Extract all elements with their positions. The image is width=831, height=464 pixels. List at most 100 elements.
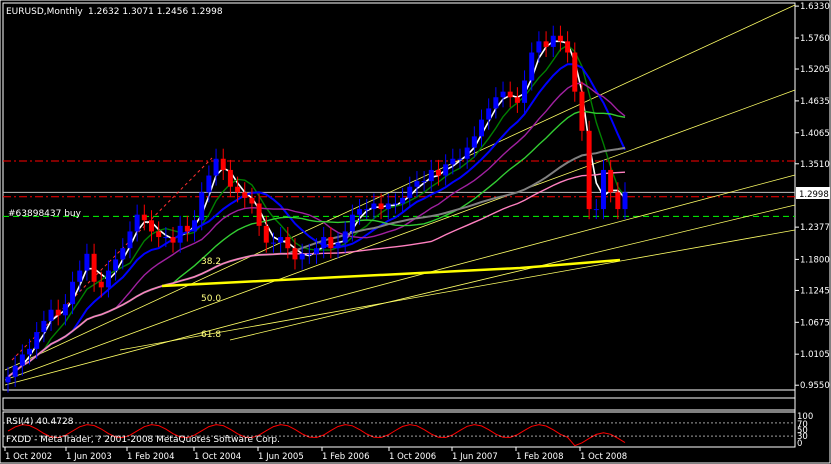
y-tick-label-0: 1.6330: [800, 2, 830, 12]
candle-6: [48, 309, 54, 321]
y-tick-label-10: 1.0675: [800, 318, 830, 328]
candle-70: [507, 91, 513, 98]
y-tick-label-4: 1.4065: [800, 129, 830, 139]
candle-18: [134, 214, 140, 232]
y-tick-label-9: 1.1245: [800, 286, 830, 296]
candle-58: [421, 181, 427, 183]
candle-26: [192, 220, 198, 232]
candle-45: [328, 237, 334, 249]
candle-20: [148, 220, 154, 232]
candle-75: [543, 41, 549, 47]
candle-52: [378, 203, 384, 210]
candle-40: [292, 248, 298, 260]
candle-0: [5, 376, 11, 383]
y-tick-label-8: 1.1800: [800, 255, 830, 265]
candle-61: [443, 164, 449, 176]
y-tick-label-11: 1.0105: [800, 350, 830, 360]
candle-81: [586, 130, 592, 210]
x-tick-label-4: 1 Jun 2005: [258, 452, 304, 462]
candle-3: [27, 348, 33, 355]
candle-64: [464, 147, 470, 159]
candle-74: [536, 41, 542, 53]
candle-82: [593, 209, 599, 211]
candle-65: [471, 136, 477, 148]
candle-63: [457, 158, 463, 160]
candle-7: [55, 309, 61, 316]
candle-50: [364, 209, 370, 211]
candle-68: [493, 97, 499, 109]
fib-label-618: 61.8: [201, 330, 221, 340]
y-tick-label-7: 1.2377: [800, 223, 830, 233]
candle-49: [357, 209, 363, 215]
candle-25: [184, 225, 190, 232]
candle-10: [77, 270, 83, 282]
x-tick-label-2: 1 Feb 2004: [127, 452, 175, 462]
candle-29: [213, 158, 219, 176]
candle-9: [70, 281, 76, 305]
candle-8: [62, 304, 68, 316]
candle-46: [335, 242, 341, 249]
rsi-label: RSI(4) 40.4728: [6, 417, 74, 427]
symbol-title: EURUSD,Monthly: [6, 7, 83, 17]
candle-43: [314, 248, 319, 254]
candle-86: [622, 192, 628, 210]
candle-12: [91, 253, 97, 282]
candle-53: [385, 203, 391, 210]
candle-28: [206, 175, 212, 193]
candle-23: [170, 237, 176, 243]
candle-16: [120, 248, 126, 260]
candle-27: [199, 192, 205, 221]
candle-85: [615, 192, 621, 210]
y-tick-label-2: 1.5205: [800, 65, 830, 75]
x-tick-label-6: 1 Oct 2006: [389, 452, 436, 462]
candle-84: [608, 169, 614, 193]
candle-21: [156, 231, 162, 238]
candle-77: [557, 35, 563, 42]
candle-66: [479, 119, 485, 137]
x-tick-label-5: 1 Feb 2006: [322, 452, 370, 462]
candle-76: [550, 35, 556, 47]
candle-57: [414, 181, 420, 187]
candle-44: [321, 237, 327, 249]
candle-1: [12, 365, 18, 377]
candle-73: [529, 52, 535, 81]
candle-39: [285, 237, 291, 249]
order-label[interactable]: #63898437 buy: [8, 209, 82, 219]
x-tick-label-7: 1 Jun 2007: [452, 452, 498, 462]
copyright-text: FXDD - MetaTrader, ? 2001-2008 MetaQuote…: [6, 435, 280, 445]
rsi-level-0: 0: [797, 439, 802, 449]
y-tick-label-1: 1.5760: [800, 34, 830, 44]
candle-48: [349, 214, 355, 232]
candle-69: [500, 91, 506, 98]
candle-62: [450, 158, 456, 165]
current-price-label: 1.2998: [799, 190, 829, 200]
candle-78: [565, 41, 571, 53]
candle-5: [41, 320, 47, 333]
candle-24: [177, 225, 183, 243]
x-tick-label-8: 1 Feb 2008: [516, 452, 564, 462]
candle-17: [127, 231, 133, 249]
candle-83: [600, 169, 606, 210]
fib-label-382: 38.2: [201, 257, 221, 267]
y-tick-label-5: 1.3510: [800, 160, 830, 170]
candle-67: [486, 108, 492, 120]
y-tick-label-12: 0.9550: [800, 381, 830, 391]
x-tick-label-3: 1 Oct 2004: [194, 452, 241, 462]
x-tick-label-9: 1 Oct 2008: [580, 452, 627, 462]
candle-34: [249, 197, 255, 204]
candle-33: [242, 192, 248, 198]
candle-54: [392, 203, 398, 205]
candle-35: [256, 203, 262, 226]
candle-60: [435, 169, 441, 176]
candle-2: [19, 354, 25, 366]
candle-55: [400, 197, 406, 204]
candle-56: [407, 186, 413, 198]
candle-37: [270, 242, 276, 244]
candle-38: [278, 237, 284, 243]
price-chart[interactable]: 1.6330 1.5760 1.5205 1.4635 1.4065 1.3510 1.23…: [0, 0, 831, 464]
candle-22: [163, 237, 169, 239]
y-tick-label-3: 1.4635: [800, 97, 830, 107]
candle-41: [299, 253, 305, 260]
candle-59: [428, 169, 434, 182]
candle-47: [342, 231, 348, 243]
